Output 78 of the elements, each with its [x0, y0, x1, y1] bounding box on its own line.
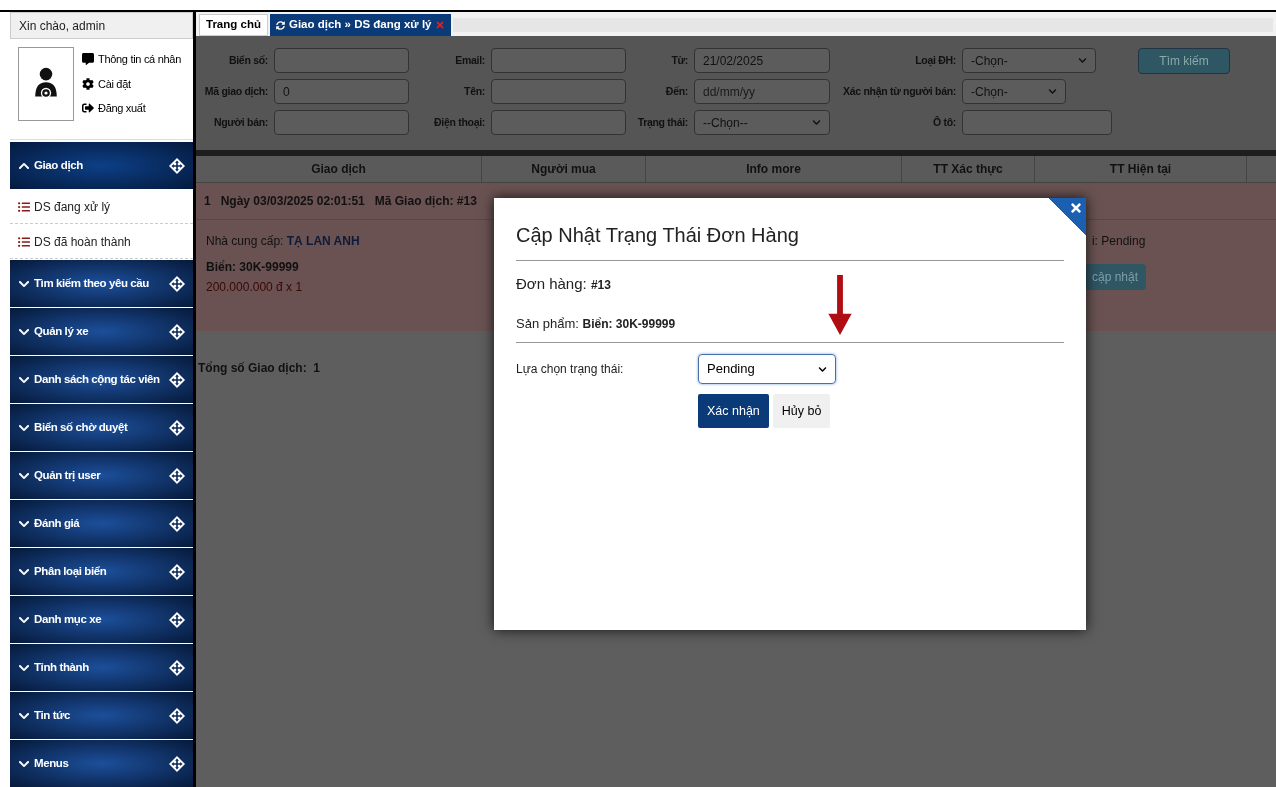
refresh-icon	[275, 20, 285, 30]
filter-input[interactable]	[274, 110, 409, 135]
settings-icon	[82, 77, 94, 90]
move-icon[interactable]	[169, 157, 185, 174]
user-menu-link[interactable]: Đăng xuất	[82, 100, 181, 117]
nav-item[interactable]: Biển số chờ duyệt	[10, 404, 193, 451]
comment-icon	[82, 53, 94, 66]
column-header: TT Hiện tại	[1035, 156, 1247, 182]
nav-item[interactable]: Đánh giá	[10, 500, 193, 547]
move-icon[interactable]	[169, 515, 185, 532]
move-icon[interactable]	[169, 563, 185, 580]
close-icon	[1069, 201, 1083, 215]
down-arrow-icon	[828, 275, 852, 337]
filter-input[interactable]	[491, 79, 626, 104]
filter-label: Loại ĐH:	[914, 52, 956, 69]
filter-label: Người bán:	[212, 114, 268, 130]
filter-label: Mã giao dịch:	[203, 83, 268, 100]
filter-input[interactable]	[491, 48, 626, 73]
filter-label: Ô tô:	[932, 114, 956, 130]
nav-item[interactable]: Danh mục xe	[10, 596, 193, 643]
chevron-down-icon	[1048, 87, 1057, 96]
nav-item[interactable]: Giao dịch	[10, 142, 193, 189]
user-menu-link[interactable]: Thông tin cá nhân	[82, 51, 181, 68]
nav-item[interactable]: Tìm kiếm theo yêu cầu	[10, 260, 193, 307]
filter-input[interactable]	[962, 110, 1112, 135]
column-header: Giao dịch	[196, 156, 482, 182]
filter-label: Tên:	[463, 83, 485, 99]
list-icon	[18, 235, 30, 248]
move-icon[interactable]	[169, 707, 185, 724]
column-header: Info more	[646, 156, 902, 182]
tab[interactable]: Giao dịch » DS đang xử lý	[269, 14, 452, 36]
move-icon[interactable]	[169, 419, 185, 436]
logout-icon	[82, 102, 94, 115]
filter-label: Xác nhận từ người bán:	[842, 83, 956, 100]
tab[interactable]: Trang chủ	[199, 14, 268, 36]
plate-text: Biển: 30K-99999	[206, 259, 300, 276]
supplier-text: Nhà cung cấp: TẠ LAN ANH	[206, 233, 360, 250]
nav-item[interactable]: Quản lý xe	[10, 308, 193, 355]
move-icon[interactable]	[169, 275, 185, 292]
move-icon[interactable]	[169, 659, 185, 676]
price-text: 200.000.000 đ x 1	[206, 279, 304, 296]
filter-input[interactable]	[491, 110, 626, 135]
status-label: Lựa chọn trạng thái:	[516, 361, 625, 378]
chevron-down-icon	[1078, 56, 1087, 65]
nav-item[interactable]: Quản trị user	[10, 452, 193, 499]
nav-item[interactable]: Phân loại biển	[10, 548, 193, 595]
filter-input[interactable]: dd/mm/yy	[694, 79, 830, 104]
product-text: Sản phẩm: Biển: 30K-99999	[516, 314, 676, 333]
nav-item[interactable]: Tỉnh thành	[10, 644, 193, 691]
filter-label: Biển số:	[227, 52, 268, 68]
greeting-bar: Xin chào, admin	[10, 12, 193, 40]
status-select[interactable]: Pending	[698, 354, 836, 384]
chevron-down-icon	[818, 364, 827, 374]
filter-label: Trạng thái:	[636, 114, 688, 131]
confirm-button[interactable]: Xác nhận	[698, 394, 769, 428]
filter-input[interactable]	[274, 48, 409, 73]
filter-label: Điện thoại:	[433, 114, 485, 131]
list-icon	[18, 200, 30, 213]
filter-label: Đến:	[664, 83, 688, 99]
move-icon[interactable]	[169, 755, 185, 772]
user-menu-link[interactable]: Cài đặt	[82, 75, 181, 93]
nav-item[interactable]: Tin tức	[10, 692, 193, 739]
status-text: i: Pending	[1091, 233, 1146, 250]
filter-label: Email:	[454, 52, 485, 68]
move-icon[interactable]	[169, 323, 185, 340]
total-text: Tổng số Giao dịch: 1	[197, 360, 321, 377]
modal-title: Cập Nhật Trạng Thái Đơn Hàng	[516, 220, 1064, 261]
column-header: TT Xác thực	[902, 156, 1035, 182]
nav-item[interactable]: Danh sách cộng tác viên	[10, 356, 193, 403]
filter-label: Từ:	[670, 52, 688, 68]
chevron-down-icon	[812, 118, 821, 127]
nav-item[interactable]: Menus	[10, 740, 193, 787]
move-icon[interactable]	[169, 467, 185, 484]
cancel-button[interactable]: Hủy bỏ	[772, 394, 831, 428]
move-icon[interactable]	[169, 611, 185, 628]
column-header: Người mua	[482, 156, 646, 182]
order-text: Đơn hàng: #13	[516, 274, 611, 294]
move-icon[interactable]	[169, 371, 185, 388]
